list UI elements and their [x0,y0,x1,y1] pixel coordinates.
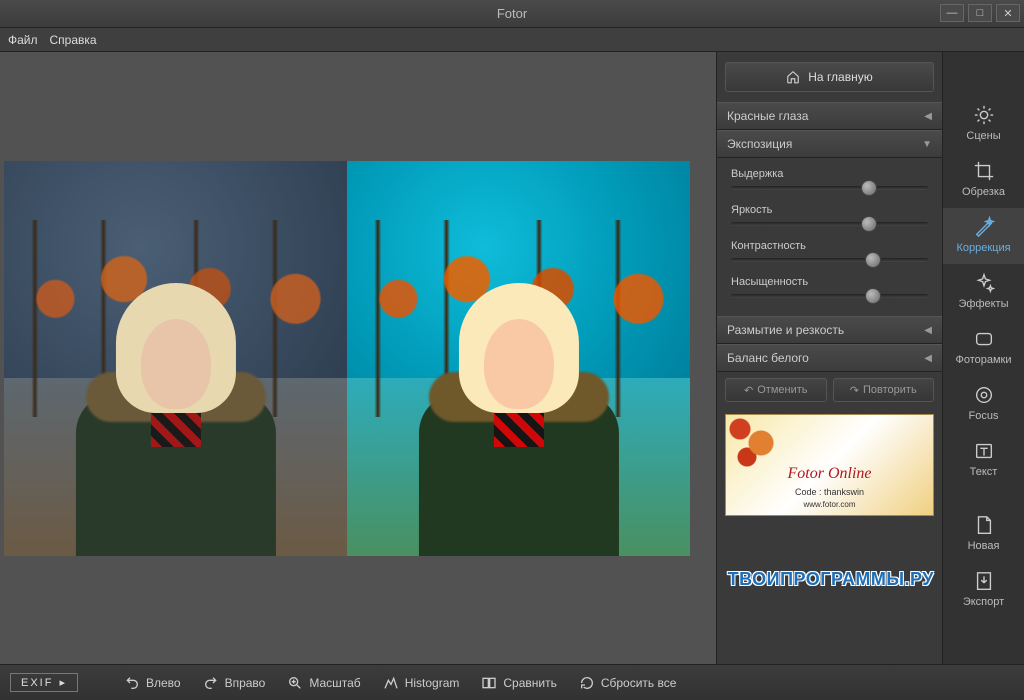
undo-button[interactable]: ↶ Отменить [725,378,827,402]
wand-icon [973,216,995,238]
histogram-icon [383,675,399,691]
redo-icon: ↷ [850,384,859,397]
redo-button[interactable]: ↷ Повторить [833,378,935,402]
slider-brightness-thumb[interactable] [861,216,877,232]
home-label: На главную [808,70,872,84]
close-button[interactable]: ✕ [996,4,1020,22]
compare-view [4,161,690,556]
tool-export[interactable]: Экспорт [943,562,1024,618]
panel-blur-sharp[interactable]: Размытие и резкость ◀ [717,316,942,344]
promo-url: www.fotor.com [726,500,933,509]
rotate-right-icon [203,675,219,691]
menubar: Файл Справка [0,28,1024,52]
slider-saturation-thumb[interactable] [865,288,881,304]
sun-icon [973,104,995,126]
slider-exposure-thumb[interactable] [861,180,877,196]
tool-frames[interactable]: Фоторамки [943,320,1024,376]
zoom-icon [287,675,303,691]
panel-exposure[interactable]: Экспозиция ▼ [717,130,942,158]
toolstrip: Сцены Обрезка Коррекция Эффекты Фоторамк… [942,52,1024,664]
tool-text[interactable]: Текст [943,432,1024,488]
reset-button[interactable]: Сбросить все [573,671,683,695]
slider-contrast[interactable] [731,258,928,262]
compare-button[interactable]: Сравнить [475,671,562,695]
compare-icon [481,675,497,691]
frame-icon [973,328,995,350]
tool-new[interactable]: Новая [943,506,1024,562]
slider-exposure-label: Выдержка [731,168,928,180]
slider-contrast-thumb[interactable] [865,252,881,268]
chevron-left-icon: ◀ [924,353,932,364]
slider-exposure[interactable] [731,186,928,190]
slider-brightness-label: Яркость [731,204,928,216]
promo-banner[interactable]: Fotor Online Code : thankswin www.fotor.… [725,414,934,516]
tool-correction[interactable]: Коррекция [943,208,1024,264]
chevron-down-icon: ▼ [922,139,932,150]
minimize-button[interactable]: — [940,4,964,22]
chevron-right-icon: ▸ [59,676,67,689]
crop-icon [973,160,995,182]
slider-saturation-label: Насыщенность [731,276,928,288]
bottombar: EXIF ▸ Влево Вправо Масштаб Histogram Ср… [0,664,1024,700]
photo-edited [347,161,690,556]
tool-scenes[interactable]: Сцены [943,96,1024,152]
rotate-left-icon [124,675,140,691]
photo-original [4,161,347,556]
titlebar: Fotor — □ ✕ [0,0,1024,28]
file-icon [973,514,995,536]
maximize-button[interactable]: □ [968,4,992,22]
chevron-left-icon: ◀ [924,325,932,336]
slider-contrast-label: Контрастность [731,240,928,252]
rotate-left-button[interactable]: Влево [118,671,187,695]
promo-code: Code : thankswin [726,487,933,497]
rotate-right-button[interactable]: Вправо [197,671,272,695]
home-button[interactable]: На главную [725,62,934,92]
histogram-button[interactable]: Histogram [377,671,466,695]
exif-button[interactable]: EXIF ▸ [10,673,78,692]
menu-help[interactable]: Справка [50,33,97,47]
exposure-controls: Выдержка Яркость Контрастность Насыщенно… [717,158,942,316]
home-icon [786,70,800,84]
focus-icon [973,384,995,406]
undo-icon: ↶ [744,384,753,397]
tool-crop[interactable]: Обрезка [943,152,1024,208]
slider-brightness[interactable] [731,222,928,226]
canvas-area[interactable] [0,52,716,664]
tool-focus[interactable]: Focus [943,376,1024,432]
app-title: Fotor [497,6,527,21]
chevron-left-icon: ◀ [924,111,932,122]
sparkle-icon [973,272,995,294]
panel-white-balance[interactable]: Баланс белого ◀ [717,344,942,372]
menu-file[interactable]: Файл [8,33,38,47]
text-icon [973,440,995,462]
watermark: ТВОИПРОГРАММЫ.РУ [728,569,934,590]
zoom-button[interactable]: Масштаб [281,671,366,695]
reset-icon [579,675,595,691]
panel-red-eye[interactable]: Красные глаза ◀ [717,102,942,130]
slider-saturation[interactable] [731,294,928,298]
tool-effects[interactable]: Эффекты [943,264,1024,320]
promo-headline: Fotor Online [726,465,933,483]
export-icon [973,570,995,592]
